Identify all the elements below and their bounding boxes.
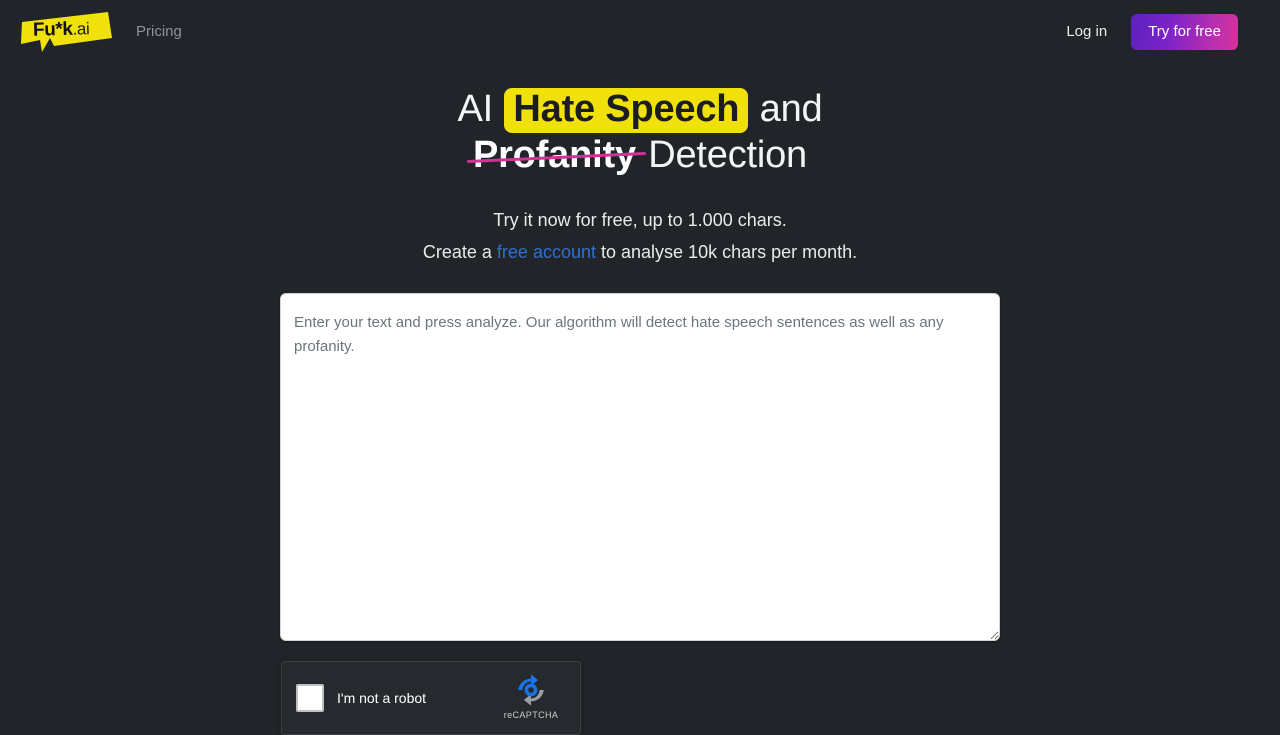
login-link[interactable]: Log in [1066, 22, 1107, 42]
logo-tld: .ai [72, 19, 90, 39]
logo-name: Fu*k [32, 18, 73, 41]
headline-line-2: Profanity Detection [0, 133, 1280, 176]
recaptcha-label: I'm not a robot [337, 690, 427, 706]
hero-subtitle: Try it now for free, up to 1.000 chars. … [0, 175, 1280, 268]
nav-item-pricing[interactable]: Pricing [134, 18, 184, 46]
recaptcha-branding: reCAPTCHA [494, 673, 568, 723]
analyze-editor [280, 293, 1000, 641]
headline-part-2: and [759, 88, 823, 130]
account-nav: Log in Try for free [1066, 14, 1260, 50]
headline-highlight-hate-speech: Hate Speech [504, 88, 749, 133]
headline-struck-profanity: Profanity [472, 133, 636, 176]
analyze-textarea[interactable] [280, 293, 1000, 641]
site-header: Fu*k.ai Pricing Log in Try for free [0, 0, 1280, 64]
subtitle-line-1: Try it now for free, up to 1.000 chars. [493, 209, 787, 230]
hero-section: AI Hate Speech and Profanity Detection T… [0, 64, 1280, 268]
recaptcha-widget[interactable]: I'm not a robot reCAPTCHA [281, 661, 581, 735]
site-logo[interactable]: Fu*k.ai [20, 12, 112, 52]
subtitle-line-2-after: to analyse 10k chars per month. [601, 241, 858, 262]
try-for-free-button[interactable]: Try for free [1131, 14, 1238, 50]
recaptcha-checkbox[interactable] [296, 684, 324, 712]
subtitle-line-2-before: Create a [422, 241, 492, 262]
free-account-link[interactable]: free account [497, 242, 596, 262]
subtitle-line-2: Create a free account to analyse 10k cha… [0, 236, 1280, 268]
primary-nav: Pricing [134, 18, 184, 46]
page-title: AI Hate Speech and Profanity Detection [0, 64, 1280, 175]
recaptcha-brand-text: reCAPTCHA [503, 710, 559, 720]
logo-text: Fu*k.ai [33, 19, 90, 41]
headline-part-3: Detection [648, 133, 807, 176]
headline-part-1: AI [457, 88, 494, 130]
recaptcha-refresh-icon [518, 674, 544, 706]
